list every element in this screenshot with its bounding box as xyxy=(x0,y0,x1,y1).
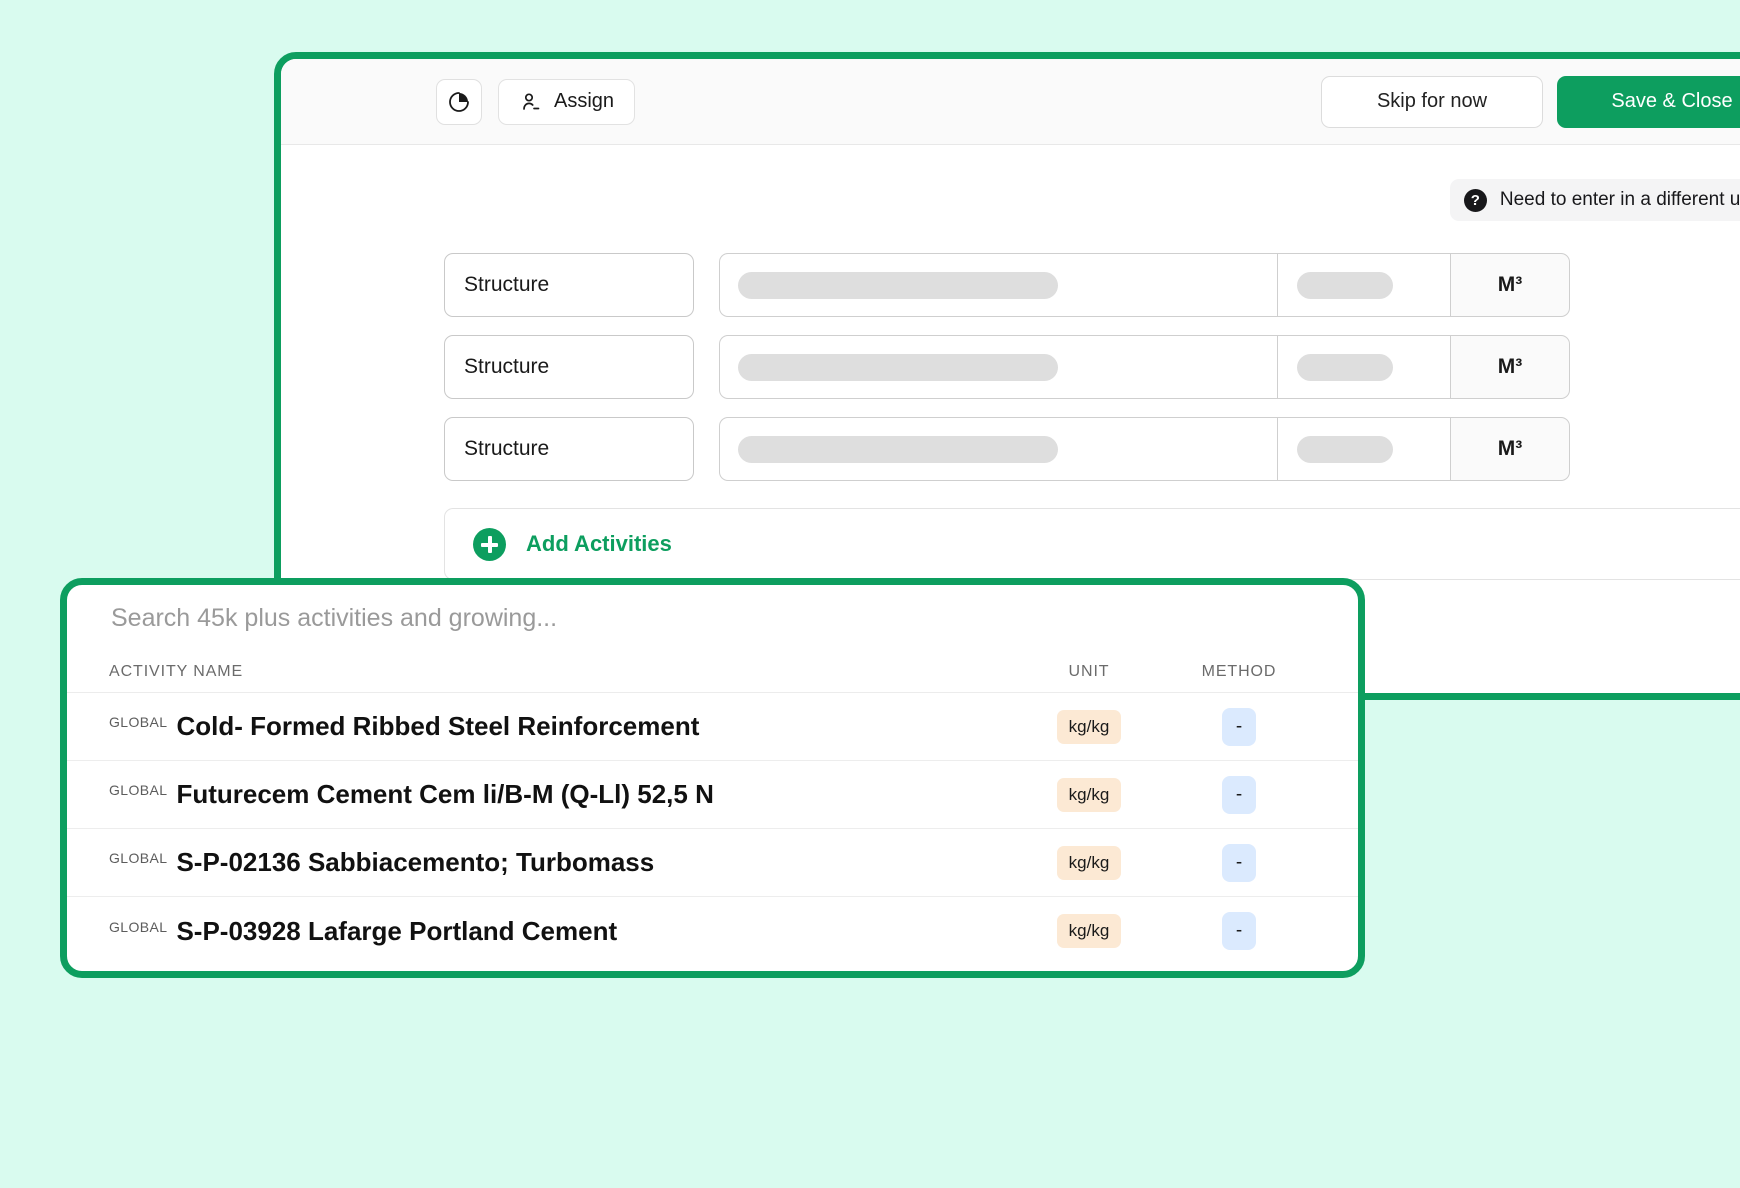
activity-name-cell: GLOBAL Futurecem Cement Cem li/B-M (Q-Ll… xyxy=(109,779,1014,810)
unit-label: M³ xyxy=(1498,355,1523,379)
skip-label: Skip for now xyxy=(1377,90,1487,113)
unit-label: M³ xyxy=(1498,273,1523,297)
activity-row: Structure M³ xyxy=(444,244,1740,326)
loading-placeholder-bar xyxy=(1297,354,1393,381)
assign-button[interactable]: Assign xyxy=(498,79,635,125)
method-cell: - xyxy=(1164,708,1314,746)
assign-label: Assign xyxy=(554,90,614,113)
quantity-field[interactable] xyxy=(1277,417,1450,481)
category-select-value: Structure xyxy=(464,273,549,297)
scope-tag: GLOBAL xyxy=(109,782,167,798)
activity-title: S-P-02136 Sabbiacemento; Turbomass xyxy=(176,847,654,878)
loading-placeholder-bar xyxy=(738,272,1058,299)
editor-toolbar: Assign Skip for now Save & Close xyxy=(281,59,1740,145)
loading-placeholder-bar xyxy=(1297,272,1393,299)
activity-search-panel: ACTIVITY NAME UNIT METHOD GLOBAL Cold- F… xyxy=(60,578,1365,978)
list-item[interactable]: GLOBAL S-P-02136 Sabbiacemento; Turbomas… xyxy=(67,829,1358,897)
unit-cell: kg/kg xyxy=(1014,914,1164,948)
unit-display: M³ xyxy=(1450,417,1570,481)
unit-cell: kg/kg xyxy=(1014,710,1164,744)
activity-name-field[interactable] xyxy=(719,335,1277,399)
list-item[interactable]: GLOBAL Futurecem Cement Cem li/B-M (Q-Ll… xyxy=(67,761,1358,829)
loading-placeholder-bar xyxy=(738,436,1058,463)
list-item[interactable]: GLOBAL S-P-03928 Lafarge Portland Cement… xyxy=(67,897,1358,965)
search-input[interactable] xyxy=(111,604,1233,633)
category-select[interactable]: Structure xyxy=(444,417,694,481)
scope-tag: GLOBAL xyxy=(109,850,167,866)
unit-display: M³ xyxy=(1450,253,1570,317)
method-badge[interactable]: - xyxy=(1222,708,1256,746)
activity-rows: Structure M³ Structure xyxy=(444,244,1740,580)
activity-name-field[interactable] xyxy=(719,417,1277,481)
save-and-close-button[interactable]: Save & Close xyxy=(1557,76,1740,128)
category-select[interactable]: Structure xyxy=(444,253,694,317)
method-cell: - xyxy=(1164,776,1314,814)
add-activities-button[interactable]: Add Activities xyxy=(444,508,1740,580)
activity-name-cell: GLOBAL Cold- Formed Ribbed Steel Reinfor… xyxy=(109,711,1014,742)
activity-row: Structure M³ xyxy=(444,326,1740,408)
method-badge[interactable]: - xyxy=(1222,844,1256,882)
clock-history-icon xyxy=(447,90,471,114)
activity-title: S-P-03928 Lafarge Portland Cement xyxy=(176,916,617,947)
add-activities-label: Add Activities xyxy=(526,531,672,557)
activity-name-cell: GLOBAL S-P-02136 Sabbiacemento; Turbomas… xyxy=(109,847,1014,878)
question-mark-icon: ? xyxy=(1464,189,1487,212)
activity-name-cell: GLOBAL S-P-03928 Lafarge Portland Cement xyxy=(109,916,1014,947)
unit-label: M³ xyxy=(1498,437,1523,461)
activity-row: Structure M³ xyxy=(444,408,1740,490)
activity-title: Futurecem Cement Cem li/B-M (Q-Ll) 52,5 … xyxy=(176,779,713,810)
skip-for-now-button[interactable]: Skip for now xyxy=(1321,76,1543,128)
activity-title: Cold- Formed Ribbed Steel Reinforcement xyxy=(176,711,699,742)
unit-badge: kg/kg xyxy=(1057,846,1122,880)
quantity-field[interactable] xyxy=(1277,253,1450,317)
loading-placeholder-bar xyxy=(1297,436,1393,463)
unit-cell: kg/kg xyxy=(1014,778,1164,812)
different-unit-hint-label: Need to enter in a different unit? xyxy=(1500,189,1740,211)
list-item[interactable]: GLOBAL Cold- Formed Ribbed Steel Reinfor… xyxy=(67,693,1358,761)
category-select-value: Structure xyxy=(464,437,549,461)
method-cell: - xyxy=(1164,844,1314,882)
loading-placeholder-bar xyxy=(738,354,1058,381)
category-select-value: Structure xyxy=(464,355,549,379)
column-header-unit: UNIT xyxy=(1014,663,1164,681)
scope-tag: GLOBAL xyxy=(109,919,167,935)
person-assign-icon xyxy=(519,90,543,114)
method-cell: - xyxy=(1164,912,1314,950)
column-header-activity-name: ACTIVITY NAME xyxy=(109,663,1014,681)
plus-circle-icon xyxy=(473,528,506,561)
search-box xyxy=(67,585,1358,651)
unit-badge: kg/kg xyxy=(1057,778,1122,812)
column-header-method: METHOD xyxy=(1164,663,1314,681)
quantity-field[interactable] xyxy=(1277,335,1450,399)
results-list: GLOBAL Cold- Formed Ribbed Steel Reinfor… xyxy=(67,693,1358,965)
unit-badge: kg/kg xyxy=(1057,710,1122,744)
method-badge[interactable]: - xyxy=(1222,776,1256,814)
unit-cell: kg/kg xyxy=(1014,846,1164,880)
results-table-header: ACTIVITY NAME UNIT METHOD xyxy=(67,651,1358,693)
save-label: Save & Close xyxy=(1611,90,1732,113)
unit-badge: kg/kg xyxy=(1057,914,1122,948)
unit-hint-row: ? Need to enter in a different unit? xyxy=(281,179,1740,221)
clock-history-icon-button[interactable] xyxy=(436,79,482,125)
category-select[interactable]: Structure xyxy=(444,335,694,399)
activity-name-field[interactable] xyxy=(719,253,1277,317)
scope-tag: GLOBAL xyxy=(109,714,167,730)
unit-display: M³ xyxy=(1450,335,1570,399)
different-unit-hint[interactable]: ? Need to enter in a different unit? xyxy=(1450,179,1740,221)
method-badge[interactable]: - xyxy=(1222,912,1256,950)
